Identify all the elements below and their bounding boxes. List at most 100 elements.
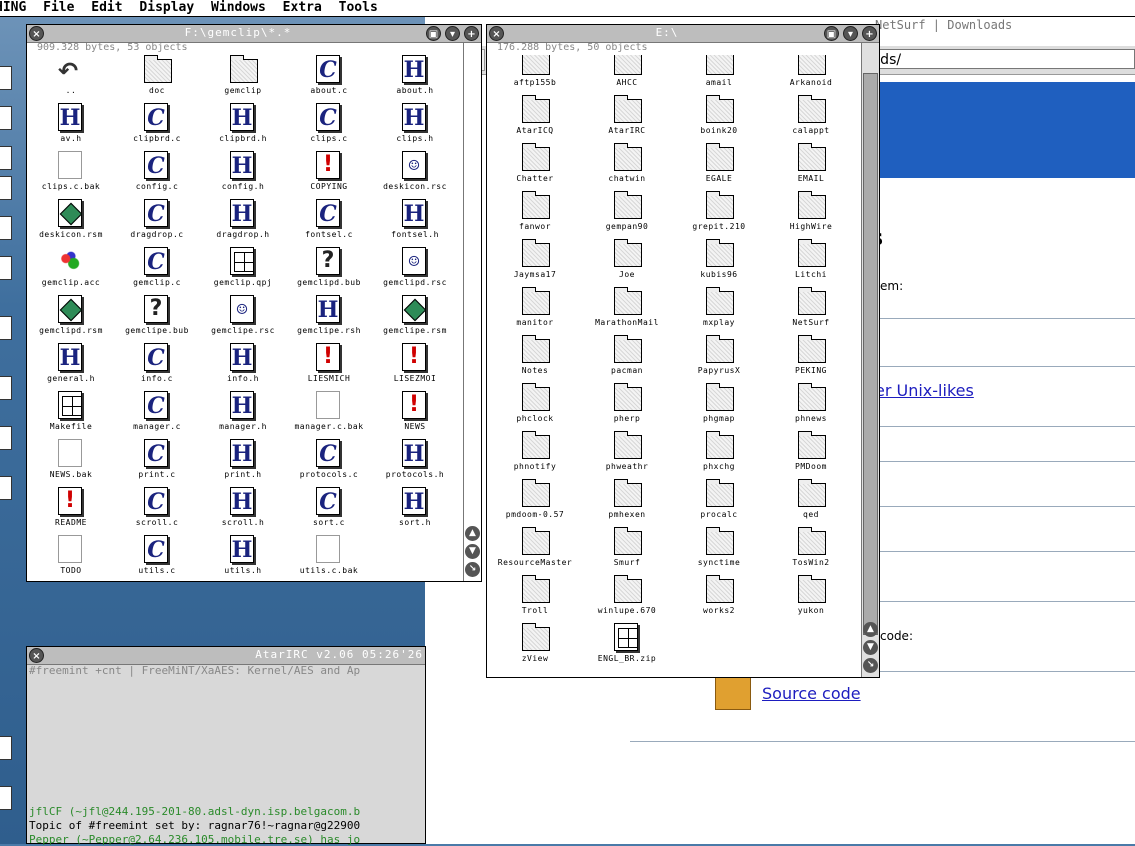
close-icon[interactable]: ×: [29, 648, 44, 663]
file-item[interactable]: Cclips.c: [285, 103, 373, 151]
file-item[interactable]: HighWire: [767, 191, 855, 239]
desktop-icon[interactable]: [0, 316, 12, 340]
file-item[interactable]: EGALE: [675, 143, 763, 191]
file-item[interactable]: deskicon.rsm: [27, 199, 115, 247]
file-item[interactable]: Cprint.c: [113, 439, 201, 487]
scroll-down-icon[interactable]: ▼: [863, 640, 878, 655]
file-item[interactable]: fanwor: [491, 191, 579, 239]
file-item[interactable]: ? gemclipe.bub: [113, 295, 201, 343]
desktop-icon[interactable]: [0, 146, 12, 170]
file-item[interactable]: Cclipbrd.c: [113, 103, 201, 151]
file-item[interactable]: manitor: [491, 287, 579, 335]
file-item[interactable]: ☺ deskicon.rsc: [371, 151, 459, 199]
menu-display[interactable]: Display: [139, 0, 203, 15]
file-item[interactable]: gemclipd.rsm: [27, 295, 115, 343]
menu-tools[interactable]: Tools: [339, 0, 387, 15]
browser-tab-title[interactable]: NetSurf | Downloads: [875, 18, 1012, 32]
file-item[interactable]: Hdragdrop.h: [199, 199, 287, 247]
file-item[interactable]: Hgemclipe.rsh: [285, 295, 373, 343]
file-item[interactable]: boink20: [675, 95, 763, 143]
file-item[interactable]: Makefile: [27, 391, 115, 439]
file-item[interactable]: Cgemclip.c: [113, 247, 201, 295]
scroll-thumb[interactable]: [863, 73, 878, 635]
file-item[interactable]: Habout.h: [371, 55, 459, 103]
file-item[interactable]: pacman: [583, 335, 671, 383]
file-item[interactable]: calappt: [767, 95, 855, 143]
file-item[interactable]: Cinfo.c: [113, 343, 201, 391]
desktop-icon[interactable]: [0, 376, 12, 400]
file-item[interactable]: procalc: [675, 479, 763, 527]
desktop-icon[interactable]: [0, 176, 12, 200]
file-item[interactable]: Hsort.h: [371, 487, 459, 535]
file-item[interactable]: AtarIRC: [583, 95, 671, 143]
file-item[interactable]: Cprotocols.c: [285, 439, 373, 487]
file-item[interactable]: PEKING: [767, 335, 855, 383]
file-item[interactable]: synctime: [675, 527, 763, 575]
file-item[interactable]: Cdragdrop.c: [113, 199, 201, 247]
maximize-icon[interactable]: +: [464, 26, 479, 41]
file-item[interactable]: ENGL_BR.zip: [583, 623, 671, 671]
file-item[interactable]: Chatter: [491, 143, 579, 191]
window-titlebar[interactable]: × F:\gemclip\*.* ▣ ▾ +: [27, 25, 481, 43]
resize-icon[interactable]: ↘: [465, 562, 480, 577]
file-item[interactable]: ☺ gemclipe.rsc: [199, 295, 287, 343]
file-item[interactable]: Litchi: [767, 239, 855, 287]
desktop-icon[interactable]: [0, 476, 12, 500]
file-item[interactable]: gemclipe.rsm: [371, 295, 459, 343]
file-item[interactable]: Jaymsa17: [491, 239, 579, 287]
file-item[interactable]: NetSurf: [767, 287, 855, 335]
file-item[interactable]: gempan90: [583, 191, 671, 239]
file-item[interactable]: TODO: [27, 535, 115, 581]
file-item[interactable]: Hprotocols.h: [371, 439, 459, 487]
file-item[interactable]: AHCC: [583, 55, 671, 95]
file-item[interactable]: Cabout.c: [285, 55, 373, 103]
file-item[interactable]: Hfontsel.h: [371, 199, 459, 247]
file-item[interactable]: phclock: [491, 383, 579, 431]
source-code-link[interactable]: Source code: [762, 684, 861, 703]
file-item[interactable]: Cfontsel.c: [285, 199, 373, 247]
scroll-down-icon[interactable]: ▼: [465, 544, 480, 559]
desktop-icon[interactable]: [0, 786, 12, 810]
menu-windows[interactable]: Windows: [211, 0, 275, 15]
file-item[interactable]: Hconfig.h: [199, 151, 287, 199]
file-item[interactable]: chatwin: [583, 143, 671, 191]
file-item[interactable]: Cconfig.c: [113, 151, 201, 199]
file-item[interactable]: utils.c.bak: [285, 535, 373, 581]
file-item[interactable]: Hgeneral.h: [27, 343, 115, 391]
file-item[interactable]: EMAIL: [767, 143, 855, 191]
unix-link[interactable]: er Unix-likes: [875, 381, 974, 400]
file-item[interactable]: Cutils.c: [113, 535, 201, 581]
desktop-icon[interactable]: [0, 256, 12, 280]
file-item[interactable]: gemclip: [199, 55, 287, 103]
file-item[interactable]: Hmanager.h: [199, 391, 287, 439]
resize-icon[interactable]: ↘: [863, 658, 878, 673]
file-item[interactable]: ! LIESMICH: [285, 343, 373, 391]
file-item[interactable]: mxplay: [675, 287, 763, 335]
file-item[interactable]: Hinfo.h: [199, 343, 287, 391]
vertical-scrollbar[interactable]: ▲ ▼ ↘: [463, 43, 481, 581]
desktop-icon[interactable]: [0, 426, 12, 450]
file-item[interactable]: ? gemclipd.bub: [285, 247, 373, 295]
file-item[interactable]: Csort.c: [285, 487, 373, 535]
file-item[interactable]: Joe: [583, 239, 671, 287]
file-item[interactable]: kubis96: [675, 239, 763, 287]
file-item[interactable]: TosWin2: [767, 527, 855, 575]
menu-edit[interactable]: Edit: [91, 0, 131, 15]
file-item[interactable]: ! COPYING: [285, 151, 373, 199]
file-item[interactable]: gemclip.qpj: [199, 247, 287, 295]
file-item[interactable]: PMDoom: [767, 431, 855, 479]
file-item[interactable]: yukon: [767, 575, 855, 623]
minimize-icon[interactable]: ▾: [445, 26, 460, 41]
menu-file[interactable]: File: [43, 0, 83, 15]
scroll-up-icon[interactable]: ▲: [465, 526, 480, 541]
file-item[interactable]: MarathonMail: [583, 287, 671, 335]
scroll-up-icon[interactable]: ▲: [863, 622, 878, 637]
desktop-icon[interactable]: [0, 216, 12, 240]
file-item[interactable]: grepit.210: [675, 191, 763, 239]
file-item[interactable]: PapyrusX: [675, 335, 763, 383]
file-item[interactable]: aftp155b: [491, 55, 579, 95]
file-item[interactable]: phnews: [767, 383, 855, 431]
desktop-icon[interactable]: [0, 106, 12, 130]
desktop-icon[interactable]: [0, 66, 12, 90]
file-item[interactable]: Notes: [491, 335, 579, 383]
